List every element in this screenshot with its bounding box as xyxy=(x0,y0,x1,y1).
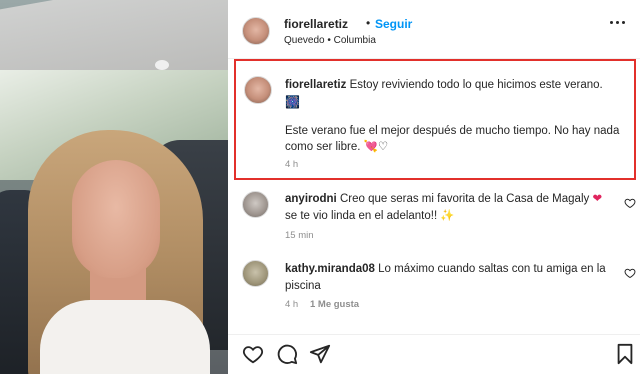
like-comment-icon[interactable] xyxy=(624,197,636,209)
heart-emoji: ❤ xyxy=(592,193,603,205)
comment-icon[interactable] xyxy=(276,343,298,365)
comment-text: Creo que seras mi favorita de la Casa de… xyxy=(339,193,590,205)
heart-icon[interactable] xyxy=(242,343,264,365)
comment-username[interactable]: kathy.miranda08 xyxy=(285,263,375,275)
car-light xyxy=(155,60,169,70)
woman-face xyxy=(72,160,160,278)
follow-button[interactable]: Seguir xyxy=(375,17,412,31)
comment-time[interactable]: 4 h xyxy=(285,299,298,310)
caption-emoji: 🎆 xyxy=(285,95,300,109)
caption-line-3: como ser libre. 💘♡ xyxy=(285,141,389,153)
caption-username[interactable]: fiorellaretiz xyxy=(285,79,346,91)
actions-divider xyxy=(228,334,640,335)
bookmark-icon[interactable] xyxy=(614,343,636,365)
caption-avatar[interactable] xyxy=(244,76,272,104)
share-icon[interactable] xyxy=(309,343,331,365)
like-comment-icon[interactable] xyxy=(624,267,636,279)
author-avatar[interactable] xyxy=(242,17,270,45)
comment-avatar[interactable] xyxy=(242,191,269,218)
comment-text: Lo máximo cuando saltas con tu amiga en … xyxy=(378,263,606,275)
comment-line-2: se te vio linda en el adelanto!! ✨ xyxy=(285,210,455,222)
more-options-icon[interactable] xyxy=(610,16,626,28)
header-separator: • xyxy=(366,16,371,30)
comment-username[interactable]: anyirodni xyxy=(285,193,337,205)
post-details-panel: fiorellaretiz • Seguir Quevedo • Columbi… xyxy=(228,0,640,374)
caption-time[interactable]: 4 h xyxy=(285,159,298,170)
comment-line-1: anyirodni Creo que seras mi favorita de … xyxy=(285,190,602,208)
comment-line-2: piscina xyxy=(285,280,321,292)
woman-shirt xyxy=(40,300,210,374)
caption-text-1: Estoy reviviendo todo lo que hicimos est… xyxy=(349,79,603,91)
author-username[interactable]: fiorellaretiz xyxy=(284,17,348,31)
comment-likes[interactable]: 1 Me gusta xyxy=(310,299,359,310)
comment-line-1: kathy.miranda08 Lo máximo cuando saltas … xyxy=(285,260,606,278)
post-location[interactable]: Quevedo • Columbia xyxy=(284,35,376,46)
comment-time[interactable]: 15 min xyxy=(285,230,314,241)
post-media[interactable] xyxy=(0,0,228,374)
comment-avatar[interactable] xyxy=(242,260,269,287)
caption-line-1: fiorellaretiz Estoy reviviendo todo lo q… xyxy=(285,76,603,94)
